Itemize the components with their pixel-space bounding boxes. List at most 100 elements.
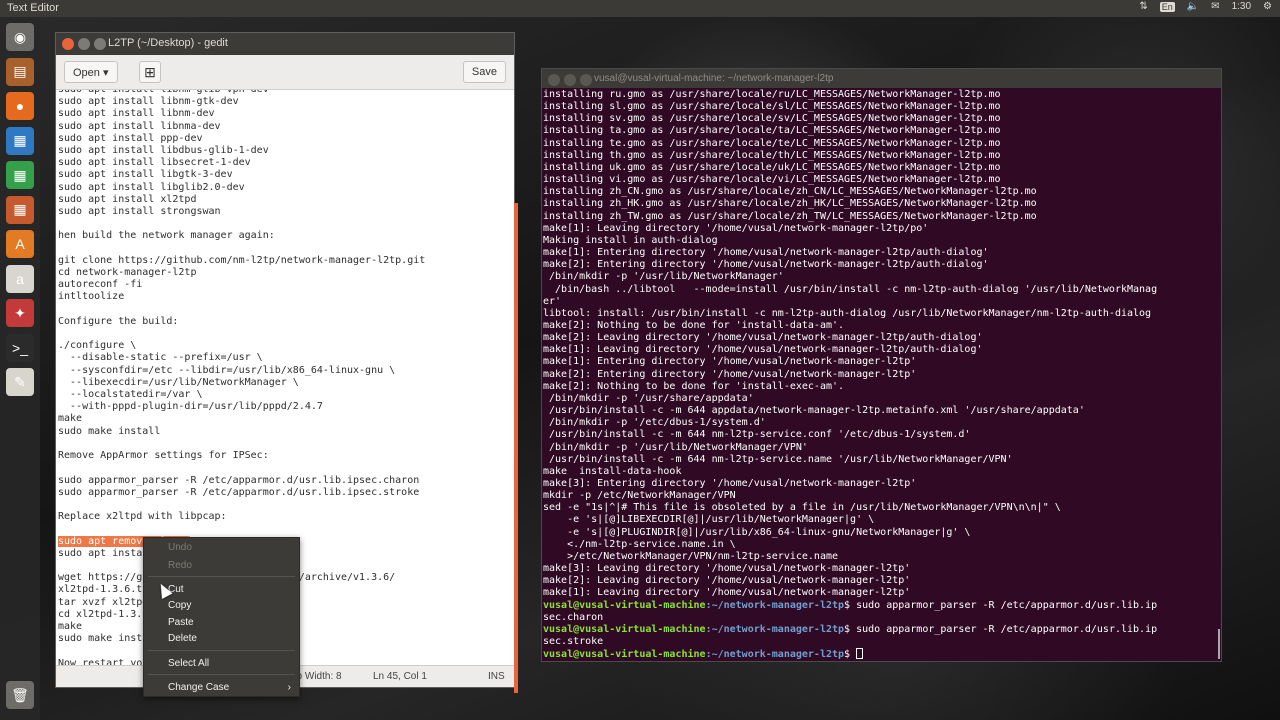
editor-line: sudo apt install xl2tpd [58,193,197,205]
gedit-window-title: L2TP (~/Desktop) - gedit [108,37,228,49]
terminal-line: installing ru.gmo as /usr/share/locale/r… [543,89,1001,100]
menu-item-delete[interactable]: Delete [168,633,197,644]
window-controls [548,74,592,86]
open-button-label: Open [73,67,100,79]
amazon-icon[interactable]: a [6,264,34,293]
editor-line: sudo apt install libgtk-3-dev [58,169,233,181]
menu-item-paste[interactable]: Paste [168,617,194,628]
terminal-prompt-line: vusal@vusal-virtual-machine:~/network-ma… [543,600,1157,612]
terminal-line: make[3]: Entering directory '/home/vusal… [543,478,917,489]
open-button[interactable]: Open ▾ [64,61,118,83]
minimize-icon[interactable] [564,74,576,86]
editor-line: sudo apt install libnm-dev [58,108,215,120]
editor-line: sudo apt install libnm-gtk-dev [58,96,239,108]
terminal-line: <./nm-l2tp-service.name.in \ [543,538,736,550]
editor-line: hen build the network manager again: [58,230,275,242]
terminal-titlebar[interactable]: vusal@vusal-virtual-machine: ~/network-m… [542,69,1221,88]
terminal-line: installing zh_TW.gmo as /usr/share/local… [543,210,1037,222]
calc-icon[interactable]: ▦ [6,161,34,189]
clock[interactable]: 1:30 [1232,1,1251,12]
command-wrap: sec.stroke [543,636,604,648]
editor-line: sudo apparmor_parser -R /etc/apparmor.d/… [58,474,420,486]
terminal-line: sed -e "1s|^|# This file is obsoleted by… [543,502,1061,514]
terminal-line: make[3]: Leaving directory '/home/vusal/… [543,563,911,575]
terminal-line: -e 's|[@]LIBEXECDIR[@]|/usr/lib/NetworkM… [543,514,875,526]
menu-separator [148,576,295,577]
editor-line: Remove AppArmor settings for IPSec: [58,450,269,462]
software-center-icon[interactable]: A [6,230,34,258]
terminal-scrollbar[interactable] [1218,629,1220,659]
terminal-line: er' [543,295,562,307]
terminal-text: installing ru.gmo as /usr/share/locale/r… [543,89,1157,661]
gedit-titlebar[interactable]: L2TP (~/Desktop) - gedit [56,33,514,55]
menu-item-select-all[interactable]: Select All [168,658,209,669]
terminal-line: make[1]: Leaving directory '/home/vusal/… [543,344,983,356]
terminal-cursor [856,648,864,660]
menu-item-redo[interactable]: Redo [168,560,192,571]
impress-icon[interactable]: ▦ [6,195,34,224]
terminal-line: installing zh_CN.gmo as /usr/share/local… [543,186,1037,198]
window-controls [62,38,106,50]
terminal-line: installing te.gmo as /usr/share/locale/t… [543,137,1001,149]
terminal-line: make[1]: Entering directory '/home/vusal… [543,247,989,259]
close-icon[interactable] [62,38,74,50]
menu-item-undo[interactable]: Undo [168,542,192,553]
terminal-line: make[2]: Entering directory '/home/vusal… [543,259,989,271]
settings-icon[interactable]: ✦ [6,299,34,327]
prompt-path: :~/network-manager-l2tp [705,623,845,635]
keyboard-layout-indicator[interactable]: En [1159,1,1175,12]
close-icon[interactable] [548,74,560,86]
gedit-toolbar: Open ▾ ⊞ Save [56,55,514,90]
terminal-output[interactable]: installing ru.gmo as /usr/share/locale/r… [542,88,1221,661]
terminal-line: installing sv.gmo as /usr/share/locale/s… [543,113,1001,125]
launcher: ◉ ▤ ● ▦ ▦ ▦ Aa ✦ >_ ✎ 🗑 [0,17,40,720]
editor-line: sudo make install [58,425,161,437]
save-button[interactable]: Save [462,61,506,83]
editor-line: --libexecdir=/usr/lib/NetworkManager \ [58,376,299,388]
new-tab-icon: ⊞ [144,64,156,80]
writer-icon[interactable]: ▦ [6,126,34,155]
insert-mode: INS [488,671,505,682]
menu-item-copy[interactable]: Copy [168,600,191,611]
terminal-icon[interactable]: >_ [6,333,34,362]
menu-separator [148,674,295,675]
editor-line: sudo apt install libglib2.0-dev [58,181,245,193]
terminal-line: make[1]: Leaving directory '/home/vusal/… [543,587,911,599]
terminal-line: /bin/mkdir -p '/usr/lib/NetworkManager' [543,271,784,283]
firefox-icon[interactable]: ● [6,92,34,120]
mail-icon[interactable]: ✉ [1211,1,1219,12]
menu-separator [148,650,295,651]
menu-item-change-case[interactable]: Change Case [168,682,229,693]
terminal-line: make[2]: Nothing to be done for 'install… [543,319,845,331]
terminal-line: installing ta.gmo as /usr/share/locale/t… [543,125,1001,137]
editor-line: intltoolize [58,291,125,303]
terminal-line: /usr/bin/install -c -m 644 appdata/netwo… [543,405,1085,417]
trash-icon[interactable]: 🗑 [6,681,34,709]
terminal-line: mkdir -p /etc/NetworkManager/VPN [543,490,736,502]
minimize-icon[interactable] [78,38,90,50]
files-icon[interactable]: ▤ [6,57,34,86]
dash-icon[interactable]: ◉ [6,23,34,51]
editor-line: cd network-manager-l2tp [58,267,197,279]
new-document-button[interactable]: ⊞ [139,61,161,83]
network-transfer-icon[interactable]: ⇅ [1139,1,1147,12]
volume-icon[interactable]: 🔈 [1187,1,1199,12]
terminal-line: installing vi.gmo as /usr/share/locale/v… [543,174,1001,186]
editor-line: Configure the build: [58,315,179,327]
terminal-line: installing zh_HK.gmo as /usr/share/local… [543,198,1037,210]
terminal-line: libtool: install: /usr/bin/install -c nm… [543,307,1152,319]
text-editor-icon[interactable]: ✎ [6,368,34,396]
editor-line: --disable-static --prefix=/usr \ [58,352,263,364]
maximize-icon[interactable] [94,38,106,50]
editor-line: Replace x2ltpd with libpcap: [58,511,227,523]
terminal-line: installing uk.gmo as /usr/share/locale/u… [543,161,1001,173]
editor-line: --with-pppd-plugin-dir=/usr/lib/pppd/2.4… [58,401,323,413]
terminal-line: /usr/bin/install -c -m 644 nm-l2tp-servi… [543,429,971,441]
cursor-position[interactable]: Ln 45, Col 1 [373,671,427,682]
terminal-line: make[2]: Entering directory '/home/vusal… [543,368,917,380]
gear-icon[interactable]: ⚙ [1263,1,1272,12]
maximize-icon[interactable] [580,74,592,86]
